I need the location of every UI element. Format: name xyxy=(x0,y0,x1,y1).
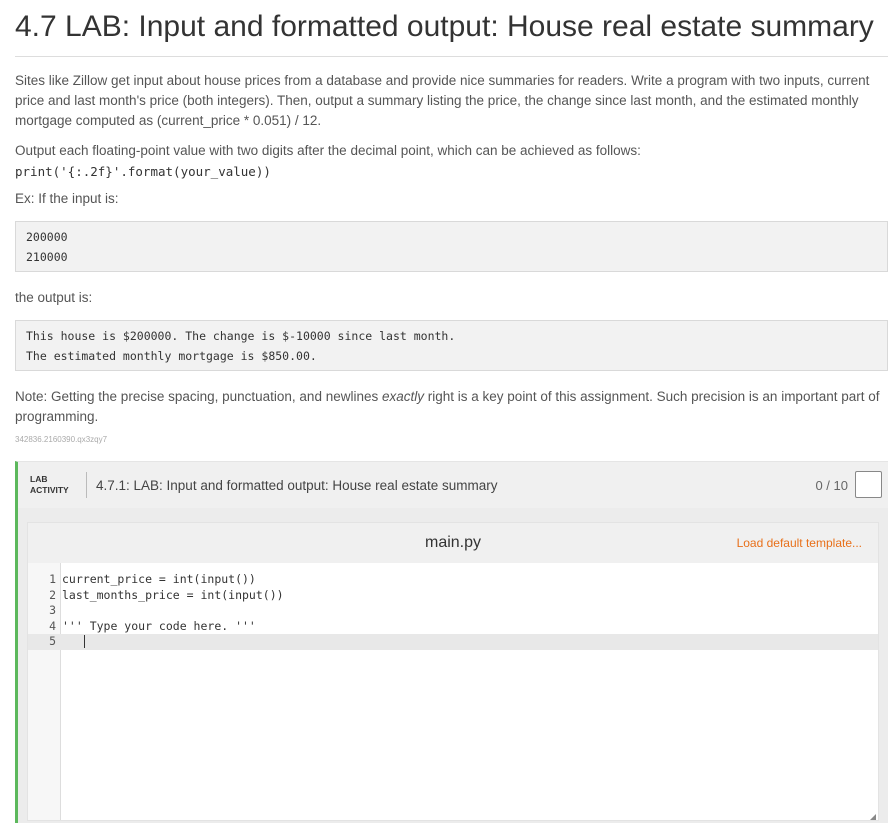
code-text[interactable]: last_months_price = int(input()) xyxy=(56,588,284,604)
page: 4.7 LAB: Input and formatted output: Hou… xyxy=(0,0,892,823)
lab-tag-line1: LAB xyxy=(30,474,78,485)
tracking-id: 342836.2160390.qx3zqy7 xyxy=(15,435,888,444)
example-output-box: This house is $200000. The change is $-1… xyxy=(15,320,888,371)
note-prefix: Note: Getting the precise spacing, punct… xyxy=(15,389,382,404)
lab-activity-panel: LAB ACTIVITY 4.7.1: LAB: Input and forma… xyxy=(15,461,888,823)
page-title: 4.7 LAB: Input and formatted output: Hou… xyxy=(15,0,888,46)
resize-handle-icon[interactable] xyxy=(870,814,876,820)
line-number: 2 xyxy=(28,588,56,604)
format-note-text: Output each floating-point value with tw… xyxy=(15,141,885,161)
precision-note: Note: Getting the precise spacing, punct… xyxy=(15,387,885,427)
example-input-line: 210000 xyxy=(26,247,877,267)
line-number: 5 xyxy=(28,634,56,650)
completion-checkbox xyxy=(855,471,882,498)
lab-score: 0 / 10 xyxy=(815,478,848,493)
code-text[interactable]: current_price = int(input()) xyxy=(56,572,256,588)
text-cursor xyxy=(84,635,85,648)
format-code: print('{:.2f}'.format(your_value)) xyxy=(15,163,888,181)
lab-title: 4.7.1: LAB: Input and formatted output: … xyxy=(96,478,497,493)
code-editor[interactable]: main.py Load default template... 1 curre… xyxy=(27,522,879,821)
lab-tag-line2: ACTIVITY xyxy=(30,485,78,496)
example-input-line: 200000 xyxy=(26,227,877,247)
example-output-line: This house is $200000. The change is $-1… xyxy=(26,326,877,346)
load-default-template-link[interactable]: Load default template... xyxy=(737,536,862,550)
line-number: 4 xyxy=(28,619,56,635)
description-text: Sites like Zillow get input about house … xyxy=(15,71,885,131)
editor-toolbar: main.py Load default template... xyxy=(28,523,878,563)
editor-body[interactable]: 1 current_price = int(input()) 2 last_mo… xyxy=(28,563,878,821)
lab-header: LAB ACTIVITY 4.7.1: LAB: Input and forma… xyxy=(18,462,888,508)
code-line[interactable]: 1 current_price = int(input()) xyxy=(28,572,878,588)
code-line-active[interactable]: 5 xyxy=(28,634,878,650)
output-intro: the output is: xyxy=(15,288,885,308)
example-intro: Ex: If the input is: xyxy=(15,189,885,209)
code-text[interactable]: ''' Type your code here. ''' xyxy=(56,619,256,635)
code-line[interactable]: 3 xyxy=(28,603,878,619)
code-text[interactable] xyxy=(56,603,62,619)
title-divider xyxy=(15,56,888,57)
code-area[interactable]: 1 current_price = int(input()) 2 last_mo… xyxy=(28,572,878,650)
example-input-box: 200000 210000 xyxy=(15,221,888,272)
editor-filename: main.py xyxy=(425,534,481,552)
lab-body: main.py Load default template... 1 curre… xyxy=(18,508,888,823)
line-number: 3 xyxy=(28,603,56,619)
code-text[interactable] xyxy=(56,634,85,650)
note-emphasis: exactly xyxy=(382,389,424,404)
lab-activity-tag: LAB ACTIVITY xyxy=(18,474,78,496)
example-output-line: The estimated monthly mortgage is $850.0… xyxy=(26,346,877,366)
code-line[interactable]: 4 ''' Type your code here. ''' xyxy=(28,619,878,635)
code-line[interactable]: 2 last_months_price = int(input()) xyxy=(28,588,878,604)
line-number: 1 xyxy=(28,572,56,588)
lab-header-separator xyxy=(86,472,87,498)
